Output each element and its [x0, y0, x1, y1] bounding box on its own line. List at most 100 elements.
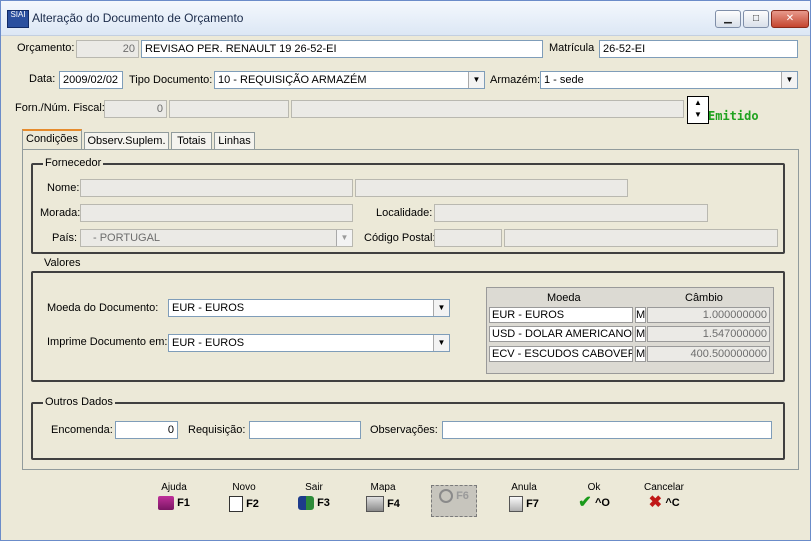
codigo-postal-field	[434, 229, 502, 247]
pais-label: País:	[52, 232, 78, 244]
table-header-moeda: Moeda	[547, 292, 581, 304]
printer-icon	[366, 496, 385, 512]
orcamento-number-field: 20	[76, 40, 139, 58]
fornecedor-number-field: 0	[104, 100, 167, 118]
localidade-field	[434, 204, 708, 222]
search-key: F6	[456, 490, 469, 502]
sair-key: F3	[317, 497, 330, 509]
table-cell-flag: M	[635, 326, 646, 342]
nome-field	[80, 179, 353, 197]
stepper-icon[interactable]: ▲ ▼	[687, 96, 709, 124]
mapa-caption: Mapa	[370, 482, 396, 493]
table-row[interactable]: ECV - ESCUDOS CABOVERD M 400.500000000	[489, 346, 770, 363]
chevron-down-icon[interactable]: ▼	[433, 335, 449, 351]
armazem-value: 1 - sede	[544, 74, 584, 86]
ok-caption: Ok	[587, 482, 601, 493]
matricula-field[interactable]: 26-52-EI	[599, 40, 798, 58]
orcamento-label: Orçamento:	[17, 42, 75, 54]
maximize-button[interactable]: □	[743, 10, 769, 28]
tab-condicoes[interactable]: Condições	[22, 129, 82, 150]
nome-label: Nome:	[47, 182, 80, 194]
observacoes-label: Observações:	[370, 424, 438, 436]
codigo-postal-label: Código Postal:	[364, 232, 436, 244]
fornecedor-fiscal-label: Forn./Núm. Fiscal:	[15, 102, 105, 114]
sair-caption: Sair	[305, 482, 323, 493]
imprime-documento-label: Imprime Documento em:	[47, 336, 168, 348]
requisicao-field[interactable]	[249, 421, 361, 439]
ajuda-key: F1	[177, 497, 190, 509]
tab-linhas[interactable]: Linhas	[214, 132, 255, 149]
cancelar-key: ^C	[665, 497, 680, 509]
orcamento-description-field[interactable]: REVISAO PER. RENAULT 19 26-52-EI	[141, 40, 543, 58]
armazem-label: Armazém:	[490, 74, 541, 86]
anula-key: F7	[526, 497, 539, 510]
app-icon: SIAI	[7, 10, 29, 28]
pais-value: - PORTUGAL	[93, 232, 161, 244]
fornecedor-name-field	[291, 100, 684, 118]
anula-caption: Anula	[511, 482, 537, 493]
tab-observ-suplem[interactable]: Observ.Suplem.	[84, 132, 169, 149]
sair-button[interactable]: Sair F3	[283, 482, 345, 518]
localidade-label: Localidade:	[376, 207, 433, 219]
tipo-documento-value: 10 - REQUISIÇÃO ARMAZÉM	[218, 74, 367, 86]
outros-dados-title: Outros Dados	[43, 396, 115, 408]
cancelar-button[interactable]: Cancelar ✖ ^C	[633, 482, 695, 518]
moeda-documento-select[interactable]: EUR - EUROS ▼	[168, 299, 450, 317]
tipo-documento-select[interactable]: 10 - REQUISIÇÃO ARMAZÉM ▼	[214, 71, 485, 89]
imprime-documento-select[interactable]: EUR - EUROS ▼	[168, 334, 450, 352]
table-cell-moeda: EUR - EUROS	[489, 307, 633, 323]
matricula-label: Matrícula	[549, 42, 595, 54]
chevron-down-icon[interactable]: ▼	[468, 72, 484, 88]
armazem-select[interactable]: 1 - sede ▼	[540, 71, 798, 89]
tipo-documento-label: Tipo Documento:	[129, 74, 213, 86]
table-header-cambio: Câmbio	[685, 292, 723, 304]
ajuda-button[interactable]: Ajuda F1	[143, 482, 205, 518]
encomenda-field[interactable]: 0	[115, 421, 178, 439]
codigo-postal-desc-field	[504, 229, 778, 247]
table-row[interactable]: USD - DOLAR AMERICANO M 1.547000000	[489, 326, 770, 343]
date-field[interactable]: 2009/02/02	[59, 71, 123, 89]
cambio-table: Moeda Câmbio EUR - EUROS M 1.000000000 U…	[486, 287, 774, 374]
fornecedor-group-title: Fornecedor	[43, 157, 104, 169]
novo-button[interactable]: Novo F2	[213, 482, 275, 518]
table-row[interactable]: EUR - EUROS M 1.000000000	[489, 307, 770, 324]
cross-icon: ✖	[648, 494, 663, 512]
moeda-documento-label: Moeda do Documento:	[47, 302, 159, 314]
dialog-window: SIAI Alteração do Documento de Orçamento…	[0, 0, 811, 541]
cancelar-caption: Cancelar	[643, 482, 685, 493]
chevron-down-icon[interactable]: ▼	[781, 72, 797, 88]
book-icon	[158, 496, 175, 511]
status-badge: Emitido	[708, 109, 759, 123]
checkmark-icon: ✔	[578, 494, 592, 512]
nome-secondary-field	[355, 179, 628, 197]
observacoes-field[interactable]	[442, 421, 772, 439]
mapa-button[interactable]: Mapa F4	[352, 482, 414, 518]
table-cell-moeda: USD - DOLAR AMERICANO	[489, 326, 633, 342]
table-cell-cambio: 400.500000000	[647, 346, 770, 362]
exit-people-icon	[298, 496, 315, 511]
chevron-down-icon[interactable]: ▼	[433, 300, 449, 316]
valores-title: Valores	[44, 257, 81, 269]
title-bar[interactable]: SIAI Alteração do Documento de Orçamento…	[1, 1, 810, 36]
ok-button[interactable]: Ok ✔ ^O	[563, 482, 625, 518]
novo-key: F2	[246, 497, 259, 510]
requisicao-label: Requisição:	[188, 424, 246, 436]
anula-button[interactable]: Anula F7	[493, 482, 555, 518]
imprime-documento-value: EUR - EUROS	[172, 337, 245, 349]
ok-key: ^O	[595, 497, 610, 509]
tab-totais[interactable]: Totais	[171, 132, 212, 149]
close-button[interactable]: ✕	[771, 10, 809, 28]
table-cell-flag: M	[635, 307, 646, 323]
search-icon	[439, 489, 454, 504]
data-label: Data:	[29, 73, 56, 85]
morada-label: Morada:	[40, 207, 81, 219]
minimize-button[interactable]: ▁	[715, 10, 741, 28]
pais-select: - PORTUGAL ▼	[80, 229, 353, 247]
mapa-key: F4	[387, 497, 400, 510]
moeda-documento-value: EUR - EUROS	[172, 302, 245, 314]
trash-icon	[509, 496, 524, 512]
novo-caption: Novo	[232, 482, 256, 493]
encomenda-label: Encomenda:	[51, 424, 113, 436]
table-cell-cambio: 1.547000000	[647, 326, 770, 342]
window-title: Alteração do Documento de Orçamento	[32, 11, 244, 25]
